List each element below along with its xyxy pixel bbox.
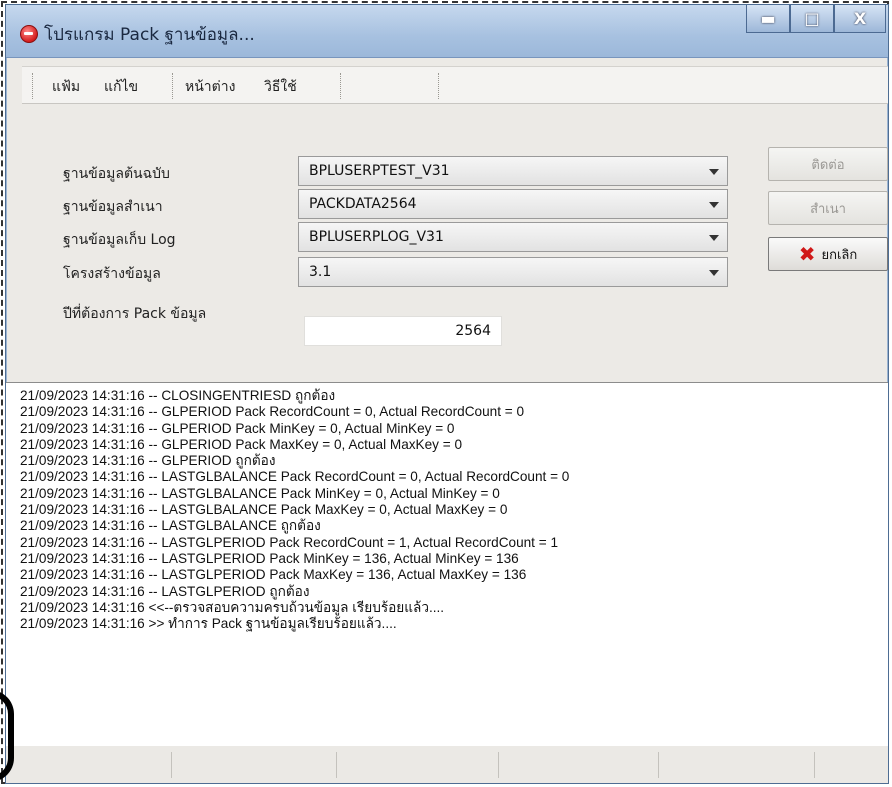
copy-db-value: PACKDATA2564	[309, 196, 417, 212]
log-line: 21/09/2023 14:31:16 >> ทำการ Pack ฐานข้อ…	[20, 616, 397, 632]
log-line: 21/09/2023 14:31:16 -- GLPERIOD ถูกต้อง	[20, 453, 276, 469]
menu-window[interactable]: หน้าต่าง	[185, 76, 235, 98]
status-separator	[171, 752, 172, 778]
title-bar[interactable]: โปรแกรม Pack ฐานข้อมูล... ▬ □ X	[6, 5, 888, 58]
log-line: 21/09/2023 14:31:16 -- LASTGLBALANCE Pac…	[20, 469, 570, 485]
log-line: 21/09/2023 14:31:16 <<--ตรวจสอบความครบถ้…	[20, 599, 445, 615]
status-separator	[658, 752, 659, 778]
menu-file[interactable]: แฟ้ม	[52, 76, 80, 98]
log-line: 21/09/2023 14:31:16 -- GLPERIOD Pack Max…	[20, 436, 463, 452]
log-db-value: BPLUSERPLOG_V31	[309, 229, 444, 245]
window-controls: ▬ □ X	[746, 5, 886, 35]
pack-database-window: โปรแกรม Pack ฐานข้อมูล... ▬ □ X แฟ้ม แก้…	[5, 4, 889, 784]
copy-button[interactable]: สำเนา	[768, 191, 888, 225]
cancel-button[interactable]: ✖ ยกเลิก	[768, 237, 888, 271]
menu-separator	[340, 73, 341, 99]
log-lines: 21/09/2023 14:31:16 -- CLOSINGENTRIESD ถ…	[6, 388, 569, 632]
log-line: 21/09/2023 14:31:16 -- LASTGLPERIOD ถูกต…	[20, 583, 310, 599]
structure-label: โครงสร้างข้อมูล	[63, 266, 161, 282]
copy-db-select[interactable]: PACKDATA2564	[298, 189, 728, 219]
minimize-button[interactable]: ▬	[746, 5, 790, 33]
log-line: 21/09/2023 14:31:16 -- LASTGLBALANCE ถูก…	[20, 518, 321, 534]
menu-help[interactable]: วิธีใช้	[264, 76, 297, 98]
connect-button[interactable]: ติดต่อ	[768, 147, 888, 181]
log-line: 21/09/2023 14:31:16 -- CLOSINGENTRIESD ถ…	[20, 388, 336, 403]
menu-grip	[32, 73, 33, 99]
structure-select[interactable]: 3.1	[298, 257, 728, 287]
year-input[interactable]: 2564	[304, 316, 502, 346]
menu-edit[interactable]: แก้ไข	[104, 76, 138, 98]
dropdown-arrow-icon	[709, 202, 719, 208]
log-line: 21/09/2023 14:31:16 -- LASTGLBALANCE Pac…	[20, 485, 500, 501]
menu-separator	[172, 73, 173, 99]
log-line: 21/09/2023 14:31:16 -- LASTGLPERIOD Pack…	[20, 550, 519, 566]
copy-db-label: ฐานข้อมูลสำเนา	[63, 199, 163, 215]
dropdown-arrow-icon	[709, 235, 719, 241]
source-db-value: BPLUSERPTEST_V31	[309, 163, 450, 179]
log-line: 21/09/2023 14:31:16 -- GLPERIOD Pack Min…	[20, 420, 455, 436]
app-icon	[20, 25, 38, 43]
cancel-x-icon: ✖	[798, 242, 816, 266]
log-db-select[interactable]: BPLUSERPLOG_V31	[298, 222, 728, 252]
menu-bar: แฟ้ม แก้ไข หน้าต่าง วิธีใช้	[22, 66, 888, 104]
log-db-label: ฐานข้อมูลเก็บ Log	[63, 232, 176, 248]
source-db-select[interactable]: BPLUSERPTEST_V31	[298, 156, 728, 186]
log-output[interactable]: 21/09/2023 14:31:16 -- CLOSINGENTRIESD ถ…	[6, 382, 888, 748]
year-label: ปีที่ต้องการ Pack ข้อมูล	[63, 306, 207, 322]
close-button[interactable]: X	[834, 5, 886, 33]
cancel-button-label: ยกเลิก	[821, 247, 858, 263]
status-separator	[814, 752, 815, 778]
window-title: โปรแกรม Pack ฐานข้อมูล...	[44, 25, 255, 45]
log-line: 21/09/2023 14:31:16 -- LASTGLBALANCE Pac…	[20, 502, 508, 518]
source-db-label: ฐานข้อมูลต้นฉบับ	[63, 166, 170, 182]
status-separator	[498, 752, 499, 778]
status-separator	[336, 752, 337, 778]
dropdown-arrow-icon	[709, 169, 719, 175]
log-line: 21/09/2023 14:31:16 -- LASTGLPERIOD Pack…	[20, 534, 559, 550]
dropdown-arrow-icon	[709, 270, 719, 276]
maximize-button[interactable]: □	[790, 5, 834, 33]
menu-separator	[438, 73, 439, 99]
log-line: 21/09/2023 14:31:16 -- GLPERIOD Pack Rec…	[20, 404, 525, 420]
log-line: 21/09/2023 14:31:16 -- LASTGLPERIOD Pack…	[20, 567, 527, 583]
structure-value: 3.1	[309, 264, 332, 280]
status-bar	[6, 746, 888, 783]
